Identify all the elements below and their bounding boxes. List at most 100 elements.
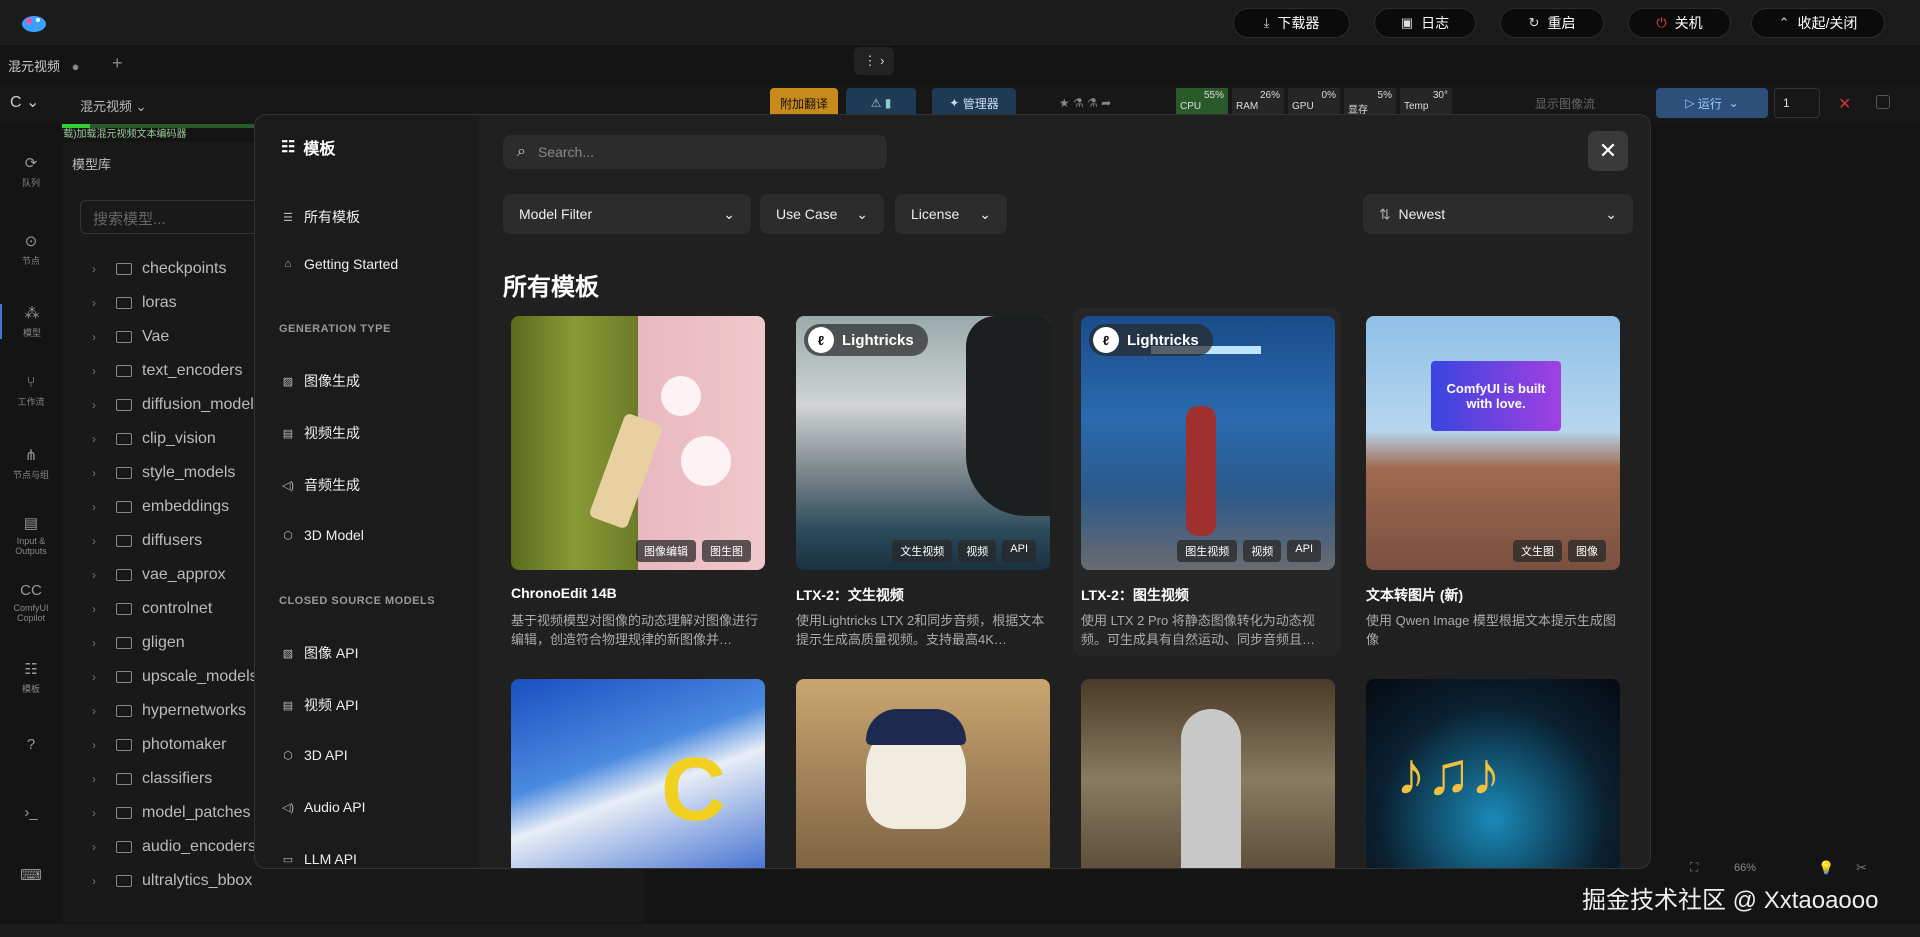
- restart-button[interactable]: ↻ 重启: [1500, 8, 1604, 38]
- node-groups-icon: ⋔: [24, 447, 38, 464]
- fit-view-icon[interactable]: ⛶: [1690, 860, 1698, 875]
- close-button[interactable]: ✕: [1588, 131, 1628, 171]
- nav-item[interactable]: ◁) 音频生成: [281, 475, 360, 495]
- hide-links-icon[interactable]: ✂: [1856, 860, 1867, 876]
- zoom-level[interactable]: 66%: [1734, 862, 1756, 874]
- downloader-button[interactable]: ⤓ 下载器: [1233, 8, 1350, 38]
- template-card[interactable]: ComfyUI is built with love. 文生图 图像 文本转图片 …: [1358, 308, 1626, 656]
- workflow-dropdown[interactable]: 混元视频 ⌄: [80, 96, 147, 115]
- rail-copilot[interactable]: CC ComfyUI Copilot: [0, 582, 62, 623]
- template-card[interactable]: ℓ Lightricks 图生视频 视频 API LTX-2：图生视频 使用 LTX …: [1073, 308, 1341, 656]
- card-badges: 图生视频 视频 API: [1177, 540, 1321, 562]
- collapse-close-button[interactable]: ⌃ 收起/关闭: [1751, 8, 1885, 38]
- model-folder[interactable]: › diffusion_models: [92, 388, 262, 422]
- play-icon: ▷: [1685, 96, 1698, 110]
- model-folder[interactable]: › embeddings: [92, 490, 229, 524]
- model-folder[interactable]: › gligen: [92, 626, 185, 660]
- model-folder[interactable]: › photomaker: [92, 728, 227, 762]
- use-case-dropdown[interactable]: Use Case ⌄: [760, 194, 884, 234]
- chevron-right-icon: ›: [92, 330, 96, 344]
- template-main: ⌕ Search... ✕ Model Filter ⌄ Use Case ⌄ Lic…: [479, 115, 1650, 868]
- chevron-right-icon: ›: [92, 500, 96, 514]
- rail-templates[interactable]: ☷ 模板: [0, 660, 62, 695]
- power-icon: ⏻: [1656, 15, 1667, 30]
- terminal-icon[interactable]: ›_: [0, 804, 62, 825]
- nav-item[interactable]: ▭ LLM API: [281, 851, 357, 867]
- rail-io[interactable]: ▤ Input & Outputs: [0, 514, 62, 556]
- rail-queue[interactable]: ⟳ 队列: [0, 154, 62, 189]
- template-search-input[interactable]: ⌕ Search...: [503, 135, 887, 169]
- run-count-input[interactable]: 1: [1774, 88, 1820, 118]
- close-icon: ✕: [1598, 138, 1618, 163]
- top-bar: ⤓ 下载器 ▣ 日志 ↻ 重启 ⏻ 关机 ⌃ 收起/关闭: [0, 0, 1920, 45]
- cap-image: [866, 709, 966, 745]
- model-folder[interactable]: › loras: [92, 286, 177, 320]
- tab-workflow[interactable]: 混元视频 ●: [8, 56, 80, 75]
- nav-item[interactable]: ⬡ 3D API: [281, 747, 347, 763]
- nav-item[interactable]: ▨ 图像生成: [281, 371, 360, 391]
- model-filter-dropdown[interactable]: Model Filter ⌄: [503, 194, 751, 234]
- model-folder[interactable]: › audio_encoders: [92, 830, 256, 864]
- horizontal-scrollbar[interactable]: [0, 924, 1920, 937]
- folder-icon: [116, 773, 132, 785]
- modal-title: ☷ 模板: [281, 139, 336, 158]
- model-folder[interactable]: › ultralytics_bbox: [92, 864, 252, 898]
- template-thumbnail[interactable]: [796, 679, 1050, 868]
- license-dropdown[interactable]: License ⌄: [895, 194, 1007, 234]
- template-thumbnail[interactable]: ♪♫♪: [1366, 679, 1620, 868]
- rail-models[interactable]: ⁂ 模型: [0, 304, 62, 339]
- nav-item[interactable]: ◁) Audio API: [281, 799, 366, 815]
- chevron-down-icon: ⌄: [723, 205, 735, 222]
- rail-nodes[interactable]: ⊙ 节点: [0, 232, 62, 267]
- template-thumbnail[interactable]: [1081, 679, 1335, 868]
- image-icon: ▨: [282, 375, 294, 388]
- model-folder[interactable]: › controlnet: [92, 592, 212, 626]
- model-search-input[interactable]: 搜索模型...: [80, 200, 280, 234]
- rail-workflows[interactable]: ⑂ 工作流: [0, 374, 62, 408]
- card-description: 使用 LTX 2 Pro 将静态图像转化为动态视频。可生成具有自然运动、同步音频…: [1081, 613, 1316, 647]
- lightricks-badge: ℓ Lightricks: [1089, 324, 1213, 356]
- nav-item[interactable]: ☰ 所有模板: [281, 207, 360, 227]
- menu-toggle-button[interactable]: ⋮ ›: [854, 47, 894, 75]
- nav-item[interactable]: ⬡ 3D Model: [281, 527, 364, 543]
- cancel-icon[interactable]: ✕: [1838, 94, 1851, 114]
- nav-item[interactable]: ▤ 视频 API: [281, 695, 359, 715]
- run-button[interactable]: ▷ 运行 ⌄: [1656, 88, 1768, 118]
- model-folder[interactable]: › classifiers: [92, 762, 212, 796]
- model-folder[interactable]: › hypernetworks: [92, 694, 246, 728]
- nav-item[interactable]: ▤ 视频生成: [281, 423, 360, 443]
- section-title: 所有模板: [503, 274, 599, 301]
- nav-item[interactable]: ⌂ Getting Started: [281, 256, 399, 272]
- lightbulb-icon[interactable]: 💡: [1818, 860, 1834, 876]
- comfy-logo-icon[interactable]: C ⌄: [10, 92, 39, 112]
- watermark: 掘金技术社区 @ Xxtaoaooo: [1582, 887, 1879, 914]
- model-folder[interactable]: › Vae: [92, 320, 169, 354]
- template-thumbnail[interactable]: C: [511, 679, 765, 868]
- nav-item[interactable]: ▧ 图像 API: [281, 643, 359, 663]
- io-icon: ▤: [23, 515, 39, 532]
- rail-node-groups[interactable]: ⋔ 节点与组: [0, 446, 62, 481]
- model-folder[interactable]: › model_patches: [92, 796, 251, 830]
- model-folder[interactable]: › upscale_models: [92, 660, 258, 694]
- model-folder[interactable]: › checkpoints: [92, 252, 227, 286]
- model-folder[interactable]: › clip_vision: [92, 422, 216, 456]
- template-card[interactable]: 图像编辑 图生图 ChronoEdit 14B 基于视频模型对图像的动态理解对图像…: [503, 308, 771, 656]
- model-folder[interactable]: › style_models: [92, 456, 235, 490]
- keyboard-icon[interactable]: ⌨: [0, 866, 62, 888]
- folder-icon: [116, 603, 132, 615]
- panel-toggle-icon[interactable]: [1876, 95, 1890, 109]
- sort-dropdown[interactable]: ⇅ Newest ⌄: [1363, 194, 1633, 234]
- template-card[interactable]: ℓ Lightricks 文生视频 视频 API LTX-2：文生视频 使用Light…: [788, 308, 1056, 656]
- model-folder[interactable]: › diffusers: [92, 524, 202, 558]
- add-tab-icon[interactable]: +: [112, 53, 123, 74]
- model-folder[interactable]: › vae_approx: [92, 558, 226, 592]
- folder-icon: [116, 297, 132, 309]
- app-logo-icon[interactable]: [18, 10, 50, 34]
- log-button[interactable]: ▣ 日志: [1374, 8, 1476, 38]
- model-folder[interactable]: › text_encoders: [92, 354, 243, 388]
- help-icon[interactable]: ?: [0, 736, 62, 757]
- template-thumbnail: ℓ Lightricks 文生视频 视频 API: [796, 316, 1050, 570]
- shutdown-button[interactable]: ⏻ 关机: [1628, 8, 1731, 38]
- workflow-icon: ⑂: [26, 374, 36, 391]
- chevron-right-icon: ›: [92, 738, 96, 752]
